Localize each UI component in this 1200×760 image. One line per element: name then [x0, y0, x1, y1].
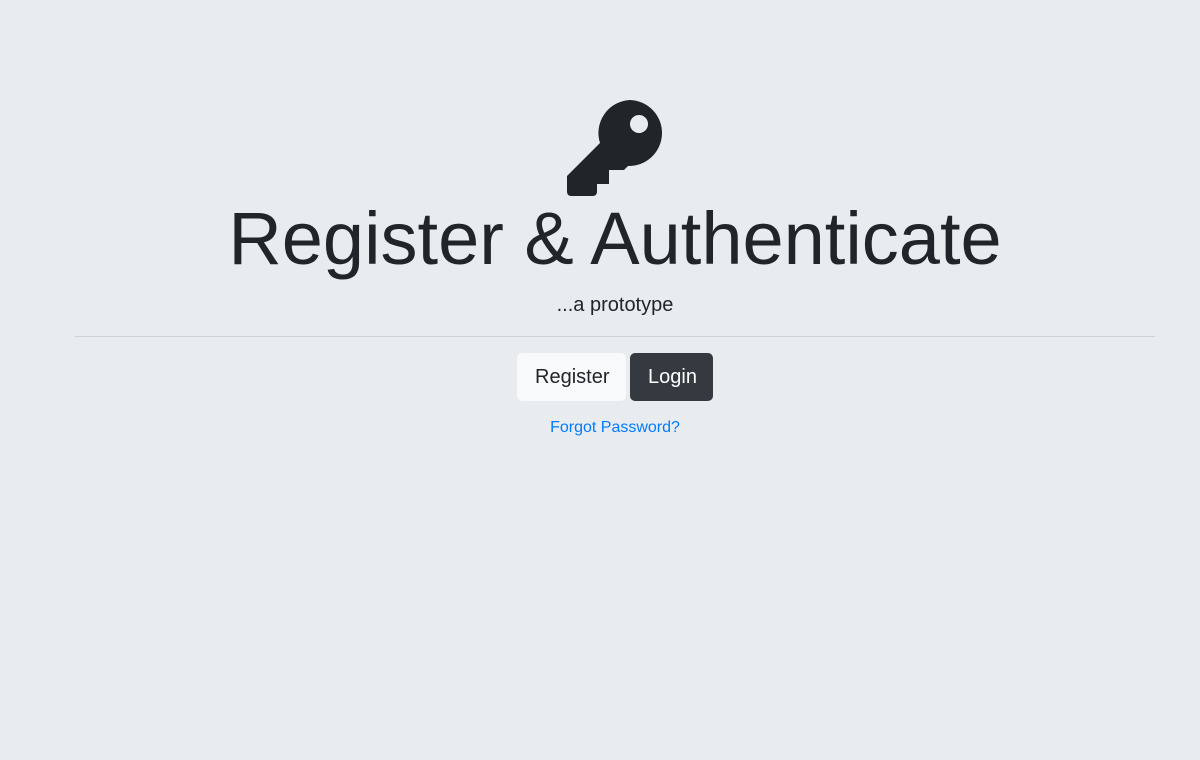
divider — [75, 336, 1155, 337]
forgot-password-link[interactable]: Forgot Password? — [0, 418, 1200, 438]
register-button[interactable]: Register — [517, 353, 626, 401]
page-subtitle: ...a prototype — [556, 294, 674, 316]
auth-button-group: Register Login — [517, 353, 713, 401]
jumbotron: Register & Authenticate ...a prototype R… — [0, 0, 1200, 760]
login-button[interactable]: Login — [630, 353, 713, 401]
page-title: Register & Authenticate — [228, 197, 1002, 280]
key-icon — [567, 100, 663, 196]
